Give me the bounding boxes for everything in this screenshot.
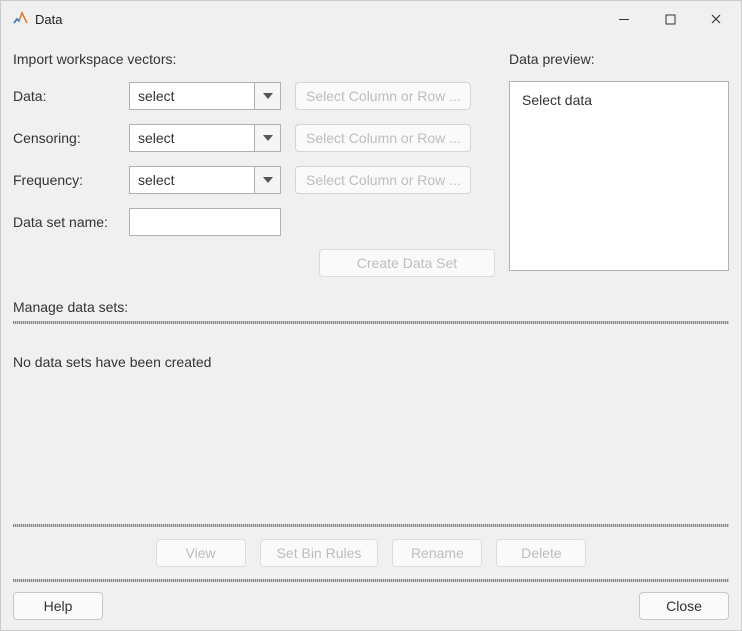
import-section-label: Import workspace vectors: [13, 51, 495, 67]
help-button-label: Help [44, 598, 73, 614]
dataset-name-row: Data set name: [13, 207, 495, 237]
data-column-button[interactable]: Select Column or Row ... [295, 82, 471, 110]
censoring-row: Censoring: select Select Column or Row .… [13, 123, 495, 153]
preview-column: Data preview: Select data [509, 51, 729, 277]
chevron-down-icon [254, 125, 280, 151]
content-area: Import workspace vectors: Data: select S… [1, 37, 741, 630]
set-bin-rules-button-label: Set Bin Rules [277, 545, 362, 561]
frequency-row: Frequency: select Select Column or Row .… [13, 165, 495, 195]
manage-label: Manage data sets: [13, 299, 729, 315]
close-button[interactable]: Close [639, 592, 729, 620]
create-dataset-button[interactable]: Create Data Set [319, 249, 495, 277]
frequency-select[interactable]: select [129, 166, 281, 194]
create-dataset-button-label: Create Data Set [357, 255, 457, 271]
data-select[interactable]: select [129, 82, 281, 110]
titlebar: Data [1, 1, 741, 37]
divider [13, 524, 729, 527]
censoring-select-value: select [130, 125, 254, 151]
chevron-down-icon [254, 167, 280, 193]
view-button-label: View [186, 545, 216, 561]
rename-button[interactable]: Rename [392, 539, 482, 567]
divider [13, 579, 729, 582]
censoring-column-button[interactable]: Select Column or Row ... [295, 124, 471, 152]
dataset-name-input[interactable] [129, 208, 281, 236]
data-column-button-label: Select Column or Row ... [306, 88, 461, 104]
censoring-select[interactable]: select [129, 124, 281, 152]
footer-row: Help Close [13, 592, 729, 620]
divider [13, 321, 729, 324]
frequency-column-button[interactable]: Select Column or Row ... [295, 166, 471, 194]
delete-button[interactable]: Delete [496, 539, 586, 567]
upper-section: Import workspace vectors: Data: select S… [13, 51, 729, 277]
import-column: Import workspace vectors: Data: select S… [13, 51, 495, 277]
preview-content: Select data [522, 92, 592, 108]
help-button[interactable]: Help [13, 592, 103, 620]
empty-datasets-message: No data sets have been created [13, 354, 729, 370]
window-title: Data [35, 12, 601, 27]
frequency-label: Frequency: [13, 172, 129, 188]
close-window-button[interactable] [693, 3, 739, 35]
delete-button-label: Delete [521, 545, 561, 561]
preview-section-label: Data preview: [509, 51, 729, 67]
spacer [13, 370, 729, 518]
action-row: View Set Bin Rules Rename Delete [13, 539, 729, 567]
censoring-column-button-label: Select Column or Row ... [306, 130, 461, 146]
dataset-name-label: Data set name: [13, 214, 129, 230]
set-bin-rules-button[interactable]: Set Bin Rules [260, 539, 379, 567]
maximize-button[interactable] [647, 3, 693, 35]
censoring-label: Censoring: [13, 130, 129, 146]
data-row: Data: select Select Column or Row ... [13, 81, 495, 111]
chevron-down-icon [254, 83, 280, 109]
minimize-button[interactable] [601, 3, 647, 35]
frequency-column-button-label: Select Column or Row ... [306, 172, 461, 188]
data-select-value: select [130, 83, 254, 109]
rename-button-label: Rename [411, 545, 464, 561]
create-row: Create Data Set [13, 249, 495, 277]
matlab-icon [11, 10, 29, 28]
preview-box: Select data [509, 81, 729, 271]
data-label: Data: [13, 88, 129, 104]
view-button[interactable]: View [156, 539, 246, 567]
frequency-select-value: select [130, 167, 254, 193]
close-button-label: Close [666, 598, 702, 614]
